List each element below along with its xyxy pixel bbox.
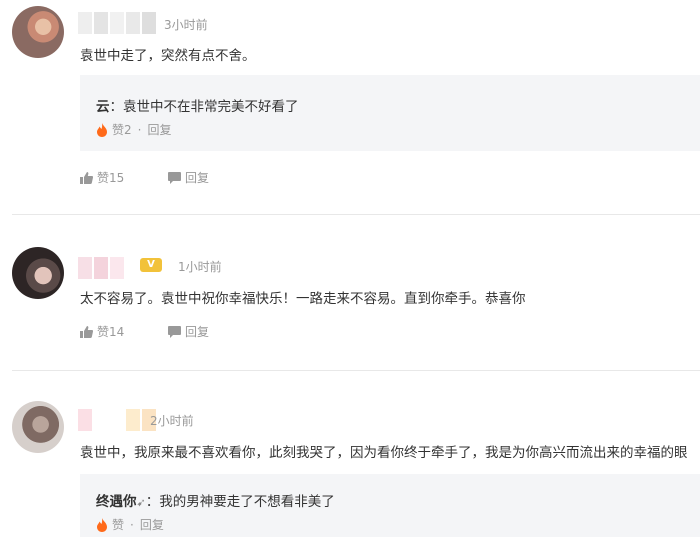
username-blurred[interactable] <box>78 409 156 431</box>
comment-time: 1小时前 <box>178 260 222 274</box>
comment-time: 2小时前 <box>150 414 194 428</box>
reply-like-label: 赞 <box>112 518 125 532</box>
reply-line: 终遇你➹：我的男神要走了不想看非美了 <box>96 490 335 510</box>
comment-item: 2小时前 袁世中，我原来最不喜欢看你，此刻我哭了，因为看你终于牵手了，我是为你高… <box>0 371 700 537</box>
like-label: 赞14 <box>97 325 125 339</box>
separator: · <box>137 122 142 137</box>
reply-like-button[interactable]: 赞 <box>96 516 124 533</box>
reply-like-label: 赞2 <box>112 123 132 137</box>
like-label: 赞15 <box>97 171 125 185</box>
like-button[interactable]: 赞15 <box>80 169 168 186</box>
avatar[interactable] <box>12 401 64 453</box>
reply-like-button[interactable]: 赞2 <box>96 121 132 138</box>
reply-meta: 赞 · 回复 <box>96 516 164 533</box>
reply-button[interactable]: 回复 <box>168 169 209 186</box>
reply-label: 回复 <box>185 325 210 339</box>
comment-item: 3小时前 袁世中走了，突然有点不舍。 云：袁世中不在非常完美不好看了 赞2 · … <box>0 0 700 214</box>
reply-username[interactable]: 云 <box>96 99 110 115</box>
comment-text: 袁世中，我原来最不喜欢看你，此刻我哭了，因为看你终于牵手了，我是为你高兴而流出来… <box>80 445 688 461</box>
reply-meta: 赞2 · 回复 <box>96 121 171 138</box>
avatar[interactable] <box>12 247 64 299</box>
thumbs-up-icon <box>80 171 93 184</box>
reply-username[interactable]: 终遇你 <box>96 494 137 510</box>
vip-badge-icon: V <box>140 258 162 272</box>
comment-text: 袁世中走了，突然有点不舍。 <box>80 48 256 64</box>
separator: · <box>130 517 134 532</box>
comment-actions: 赞15 回复 <box>80 169 209 186</box>
reply-reply-button[interactable]: 回复 <box>147 121 171 138</box>
reply-box: 终遇你➹：我的男神要走了不想看非美了 赞 · 回复 <box>80 474 700 537</box>
comment-time: 3小时前 <box>164 18 208 32</box>
comment-bubble-icon <box>168 325 181 338</box>
username-blurred[interactable] <box>78 12 156 34</box>
reply-label: 回复 <box>185 171 210 185</box>
reply-reply-button[interactable]: 回复 <box>140 516 164 533</box>
comment-text: 太不容易了。袁世中祝你幸福快乐！一路走来不容易。直到你牵手。恭喜你 <box>80 291 526 307</box>
username-blurred[interactable] <box>78 257 124 279</box>
comment-actions: 赞14 回复 <box>80 323 209 340</box>
fire-icon <box>97 122 107 137</box>
fire-icon <box>97 517 107 532</box>
reply-line: 云：袁世中不在非常完美不好看了 <box>96 95 299 115</box>
avatar[interactable] <box>12 6 64 58</box>
reply-text: ：袁世中不在非常完美不好看了 <box>109 99 299 115</box>
reply-box: 云：袁世中不在非常完美不好看了 赞2 · 回复 <box>80 75 700 151</box>
like-button[interactable]: 赞14 <box>80 323 168 340</box>
emoji-icon: ➹ <box>136 496 146 509</box>
reply-text: ：我的男神要走了不想看非美了 <box>145 494 335 510</box>
thumbs-up-icon <box>80 325 93 338</box>
reply-button[interactable]: 回复 <box>168 323 209 340</box>
comment-item: V 1小时前 太不容易了。袁世中祝你幸福快乐！一路走来不容易。直到你牵手。恭喜你… <box>0 215 700 370</box>
comment-bubble-icon <box>168 171 181 184</box>
